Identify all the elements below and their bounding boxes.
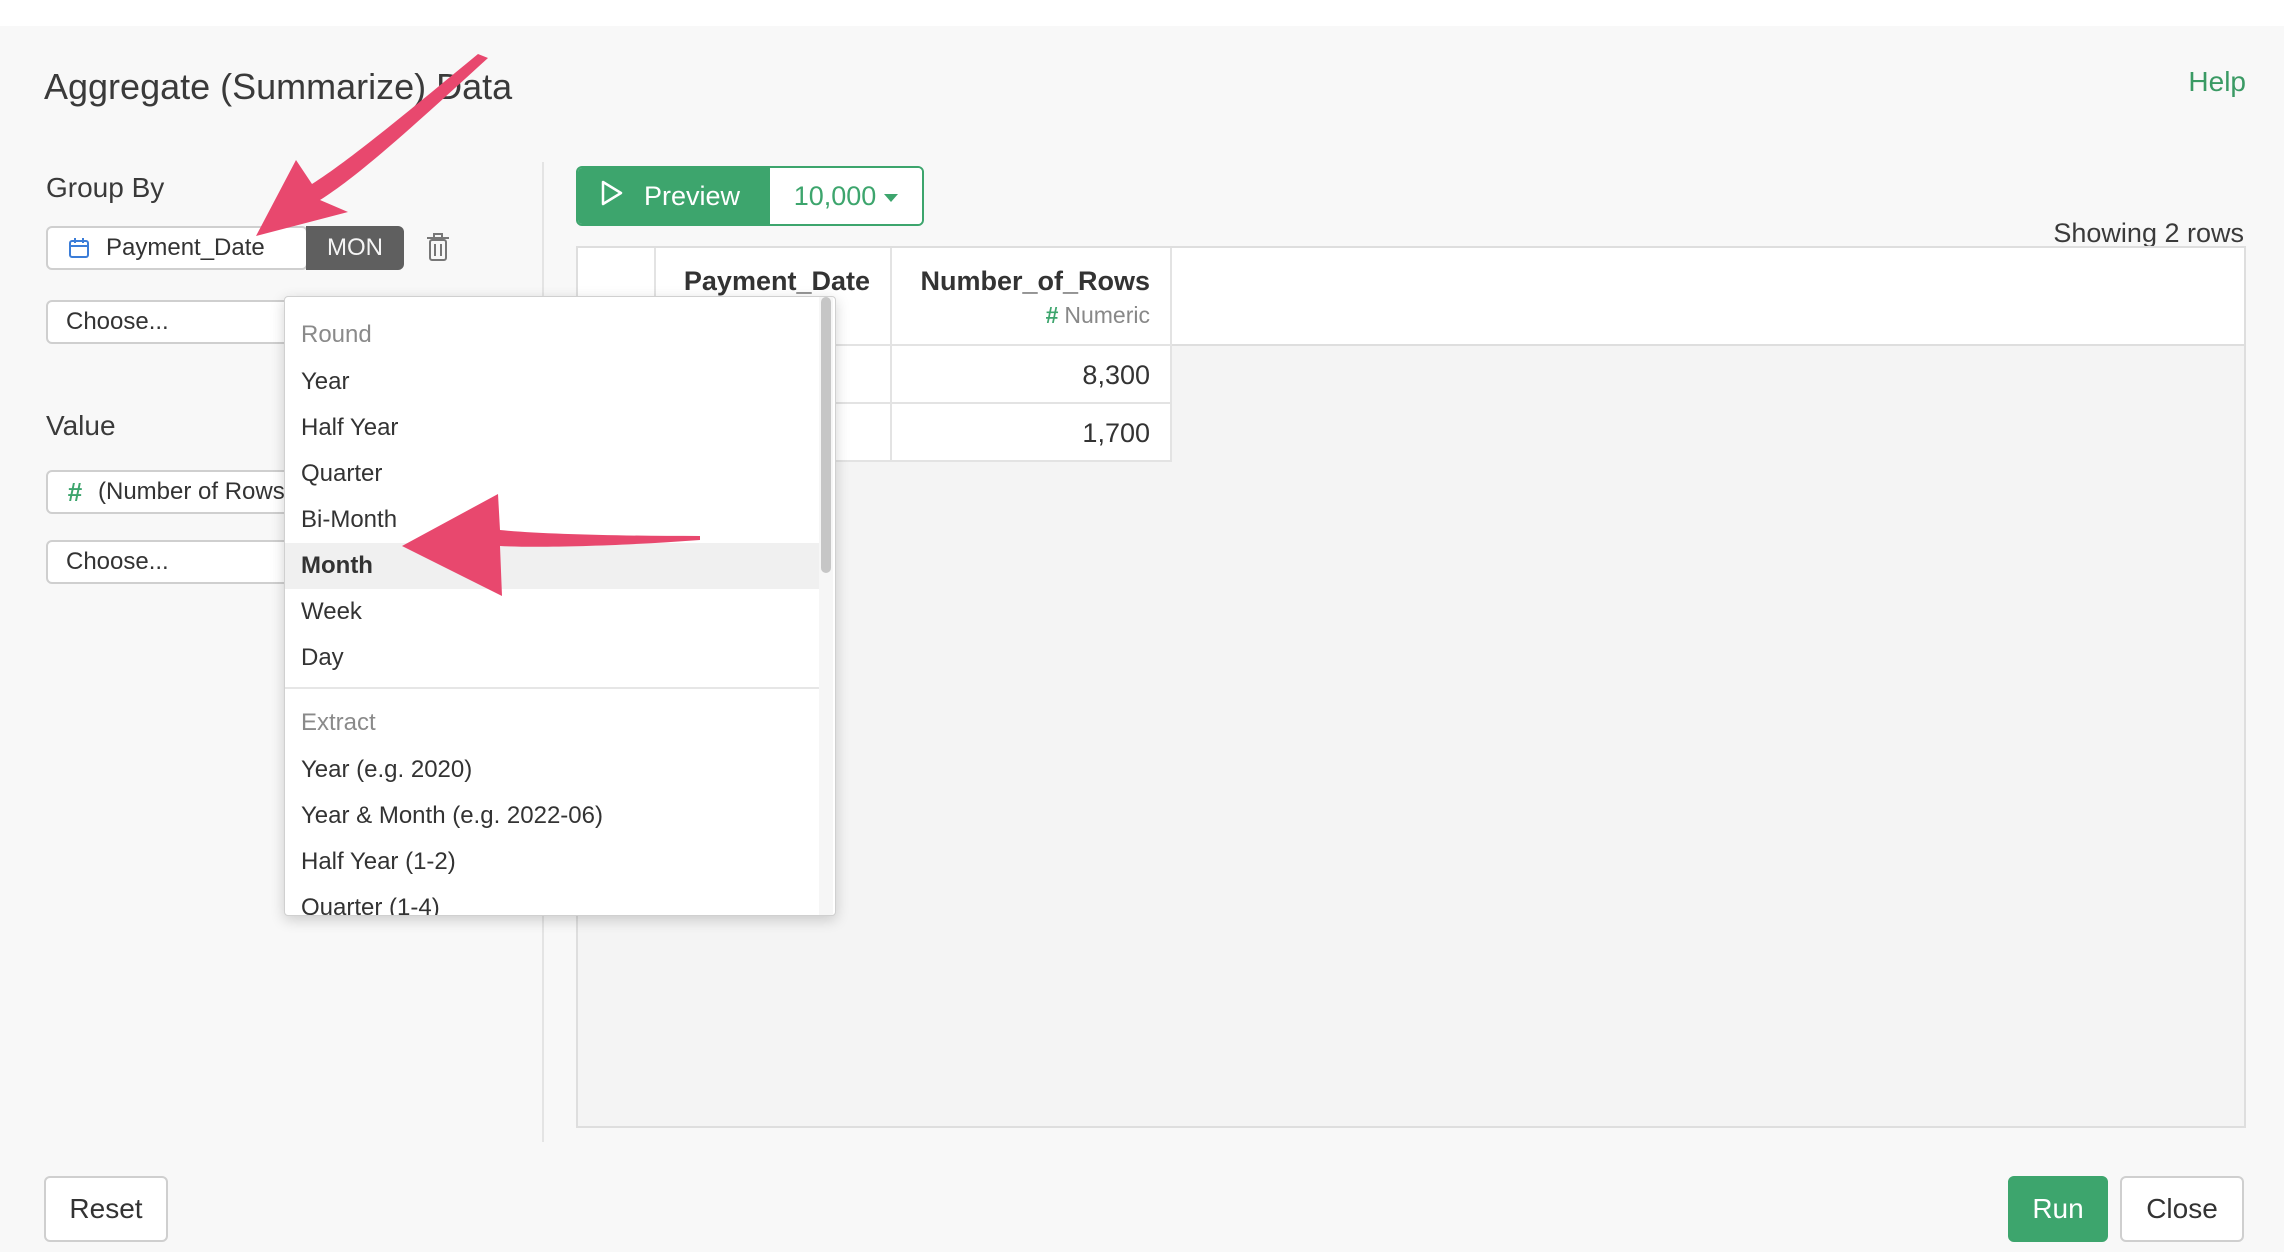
run-button[interactable]: Run — [2008, 1176, 2108, 1242]
rounding-tag-button[interactable]: MON — [306, 226, 404, 270]
calendar-icon — [66, 235, 92, 261]
menu-item-quarter[interactable]: Quarter — [285, 451, 821, 497]
dropdown-section-round: Round — [301, 321, 372, 348]
table-cell[interactable]: 1,700 — [892, 404, 1172, 462]
preview-button[interactable]: Preview — [578, 168, 770, 224]
menu-item-day[interactable]: Day — [285, 635, 821, 681]
group-by-column-name: Payment_Date — [106, 234, 265, 261]
hash-icon: # — [1045, 302, 1059, 328]
menu-item-year[interactable]: Year — [285, 359, 821, 405]
cell-value: 1,700 — [1082, 418, 1150, 448]
menu-item-extract-year-month[interactable]: Year & Month (e.g. 2022-06) — [285, 793, 821, 839]
help-link[interactable]: Help — [2188, 66, 2246, 98]
value-column-chip[interactable]: # (Number of Rows) — [46, 470, 306, 514]
reset-button[interactable]: Reset — [44, 1176, 168, 1242]
dropdown-scroll-thumb[interactable] — [821, 297, 831, 573]
menu-item-month[interactable]: Month — [285, 543, 821, 589]
row-limit-value: 10,000 — [793, 180, 877, 211]
table-cell[interactable]: 8,300 — [892, 346, 1172, 404]
trash-icon[interactable] — [424, 232, 454, 264]
column-header-number-of-rows[interactable]: Number_of_Rows # Numeric — [892, 248, 1172, 346]
preview-label: Preview — [644, 180, 741, 211]
value-choose-select[interactable]: Choose... — [46, 540, 306, 584]
group-by-choose-select[interactable]: Choose... — [46, 300, 306, 344]
column-header-label: Number_of_Rows — [920, 266, 1150, 296]
aggregate-dialog: Aggregate (Summarize) Data Help Group By… — [0, 26, 2284, 1252]
preview-button-group: Preview 10,000 — [576, 166, 924, 226]
menu-item-extract-year[interactable]: Year (e.g. 2020) — [285, 747, 821, 793]
menu-item-week[interactable]: Week — [285, 589, 821, 635]
caret-down-icon — [884, 194, 899, 202]
menu-item-half-year[interactable]: Half Year — [285, 405, 821, 451]
dropdown-section-extract: Extract — [301, 709, 376, 736]
showing-rows-text: Showing 2 rows — [2053, 218, 2244, 248]
row-limit-dropdown[interactable]: 10,000 — [770, 168, 922, 224]
play-icon — [600, 179, 624, 214]
rounding-dropdown-menu: Round Year Half Year Quarter Bi-Month Mo… — [284, 296, 836, 916]
column-header-label: Payment_Date — [683, 266, 870, 296]
menu-item-bi-month[interactable]: Bi-Month — [285, 497, 821, 543]
menu-item-extract-quarter[interactable]: Quarter (1-4) — [285, 885, 821, 915]
menu-divider — [285, 687, 821, 689]
hash-icon: # — [67, 476, 83, 507]
close-button[interactable]: Close — [2120, 1176, 2244, 1242]
cell-value: 8,300 — [1082, 360, 1150, 390]
menu-item-extract-half-year[interactable]: Half Year (1-2) — [285, 839, 821, 885]
group-by-label: Group By — [46, 172, 165, 203]
value-label: Value — [46, 410, 116, 441]
group-by-column-chip[interactable]: Payment_Date — [46, 226, 308, 270]
dialog-title: Aggregate (Summarize) Data — [44, 66, 513, 107]
column-type-label: # Numeric — [1045, 302, 1150, 328]
value-column-name: (Number of Rows) — [98, 478, 293, 505]
